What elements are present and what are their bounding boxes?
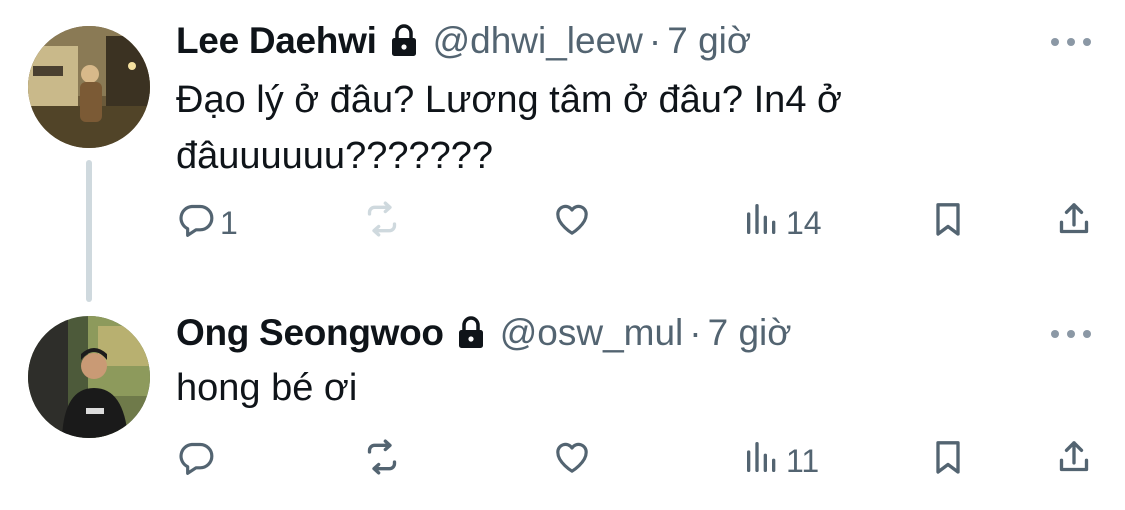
- bookmark-icon: [928, 199, 968, 247]
- tweet-text: hong bé ơi: [176, 367, 358, 409]
- reply-icon: [176, 437, 216, 485]
- like-button[interactable]: [552, 198, 592, 248]
- avatar-ong-seongwoo[interactable]: [28, 316, 150, 438]
- tweet-2[interactable]: Ong Seongwoo @osw_mul · 7 giờ hong bé ơi: [0, 300, 1125, 510]
- reply-button[interactable]: [176, 436, 220, 486]
- separator: ·: [689, 312, 702, 353]
- share-button[interactable]: [1054, 436, 1094, 486]
- reply-button[interactable]: 1: [176, 198, 238, 248]
- handle[interactable]: @osw_mul: [500, 312, 684, 354]
- avatar-lee-daehwi[interactable]: [28, 26, 150, 148]
- tweet-text: Đạo lý ở đâu? Lương tâm ở đâu? In4 ở đâu…: [176, 79, 842, 177]
- views-icon: [742, 199, 782, 247]
- views-button[interactable]: 11: [742, 436, 819, 486]
- bookmark-button[interactable]: [928, 436, 968, 486]
- share-button[interactable]: [1054, 198, 1094, 248]
- like-icon: [552, 199, 592, 247]
- separator: ·: [648, 20, 662, 61]
- action-bar: 1 14: [176, 198, 1097, 248]
- timestamp[interactable]: 7 giờ: [667, 20, 751, 62]
- retweet-icon: [362, 199, 402, 247]
- tweet-1[interactable]: Lee Daehwi @dhwi_leew · 7 giờ Đạo lý ở đ…: [0, 0, 1125, 302]
- reply-count: 1: [220, 204, 238, 241]
- lock-icon: [456, 315, 486, 351]
- views-count: 11: [786, 442, 820, 479]
- retweet-button: [362, 198, 402, 248]
- action-bar: 11: [176, 436, 1097, 486]
- more-icon[interactable]: [1051, 324, 1091, 344]
- views-count: 14: [786, 204, 822, 241]
- like-button[interactable]: [552, 436, 592, 486]
- handle[interactable]: @dhwi_leew: [433, 20, 643, 62]
- share-icon: [1054, 437, 1094, 485]
- views-icon: [742, 437, 782, 485]
- like-icon: [552, 437, 592, 485]
- retweet-icon: [362, 437, 402, 485]
- bookmark-button[interactable]: [928, 198, 968, 248]
- share-icon: [1054, 199, 1094, 247]
- reply-icon: [176, 199, 216, 247]
- display-name[interactable]: Ong Seongwoo: [176, 312, 444, 354]
- tweet-header: Lee Daehwi @dhwi_leew · 7 giờ: [176, 18, 751, 64]
- views-button[interactable]: 14: [742, 198, 822, 248]
- thread-line: [86, 160, 92, 302]
- timestamp[interactable]: 7 giờ: [708, 312, 792, 354]
- more-icon[interactable]: [1051, 32, 1091, 52]
- display-name[interactable]: Lee Daehwi: [176, 20, 377, 62]
- bookmark-icon: [928, 437, 968, 485]
- tweet-header: Ong Seongwoo @osw_mul · 7 giờ: [176, 310, 792, 356]
- retweet-button[interactable]: [362, 436, 402, 486]
- lock-icon: [389, 23, 419, 59]
